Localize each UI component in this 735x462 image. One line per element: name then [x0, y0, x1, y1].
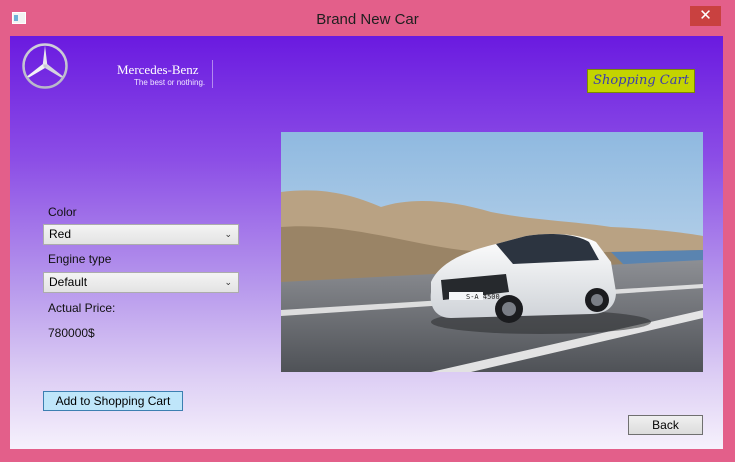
window-title: Brand New Car — [316, 11, 419, 28]
engine-type-dropdown-value: Default — [49, 275, 88, 289]
chevron-down-icon: ⌄ — [224, 277, 232, 287]
title-bar[interactable]: Brand New Car ✕ — [0, 0, 735, 36]
engine-type-dropdown[interactable]: Default ⌄ — [43, 272, 239, 293]
shopping-cart-button[interactable]: Shopping Cart — [587, 69, 695, 93]
color-label: Color — [48, 205, 77, 219]
color-dropdown-value: Red — [49, 227, 72, 241]
logo-divider — [212, 60, 213, 88]
actual-price-label: Actual Price: — [48, 301, 116, 315]
chevron-down-icon: ⌄ — [224, 229, 232, 239]
license-plate: S-A 4500 — [466, 293, 500, 301]
brand-tagline: The best or nothing. — [134, 78, 206, 87]
add-to-shopping-cart-button[interactable]: Add to Shopping Cart — [43, 391, 183, 411]
engine-type-label: Engine type — [48, 252, 112, 266]
close-button[interactable]: ✕ — [690, 6, 721, 26]
app-window: Brand New Car ✕ Mercedes-Benz The best o… — [0, 0, 735, 462]
car-image: S-A 4500 — [281, 132, 703, 372]
back-button[interactable]: Back — [628, 415, 703, 435]
main-panel: Mercedes-Benz The best or nothing. Shopp… — [10, 36, 723, 449]
brand-name: Mercedes-Benz — [117, 62, 199, 77]
actual-price-value: 780000$ — [48, 326, 95, 340]
color-dropdown[interactable]: Red ⌄ — [43, 224, 239, 245]
mercedes-star-icon — [22, 43, 68, 89]
